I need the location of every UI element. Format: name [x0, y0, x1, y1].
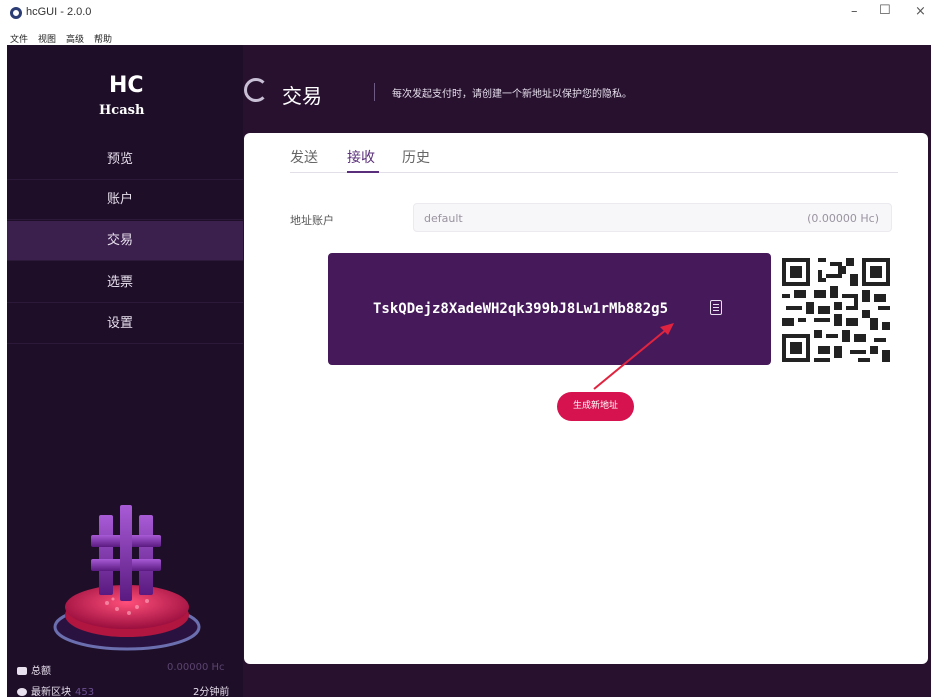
generate-address-button[interactable]: 生成新地址: [557, 392, 634, 421]
latest-block-row: 最新区块 453: [17, 683, 94, 697]
balance-row: 总额: [17, 662, 51, 677]
account-label: 地址账户: [290, 214, 334, 227]
qr-code-image: [782, 258, 890, 362]
header-divider: [374, 83, 375, 101]
app-window: HC Hcash 预览 账户 交易 选票 设置 总额 0.00000 Hc 最新…: [7, 45, 931, 697]
latest-block-number: 453: [75, 687, 95, 697]
tab-receive[interactable]: 接收: [347, 147, 375, 167]
sidebar: HC Hcash 预览 账户 交易 选票 设置 总额 0.00000 Hc 最新…: [7, 45, 243, 697]
sidebar-item-label: 选票: [107, 275, 134, 290]
menu-view[interactable]: 视图: [38, 32, 56, 45]
close-button[interactable]: ×: [915, 4, 926, 19]
app-logo-icon: [10, 7, 22, 19]
tab-send[interactable]: 发送: [290, 147, 318, 167]
tab-history[interactable]: 历史: [402, 147, 430, 167]
menu-help[interactable]: 帮助: [94, 32, 112, 45]
account-balance: (0.00000 Hc): [807, 212, 879, 225]
hcash-logo-icon: HC: [109, 73, 144, 98]
latest-block-label: 最新区块: [31, 687, 71, 697]
logo-text: Hcash: [99, 103, 145, 118]
sidebar-item-label: 设置: [107, 316, 134, 331]
refresh-icon: [244, 78, 268, 102]
sidebar-item-overview[interactable]: 预览: [7, 140, 243, 180]
receive-panel: 发送 接收 历史 地址账户 default (0.00000 Hc) TskQD…: [244, 133, 928, 664]
sidebar-item-label: 预览: [107, 152, 134, 167]
maximize-button[interactable]: ☐: [879, 3, 891, 18]
balance-label: 总额: [31, 666, 51, 677]
sidebar-item-tickets[interactable]: 选票: [7, 263, 243, 303]
address-card: TskQDejz8XadeWH2qk399bJ8Lw1rMb882g5: [328, 253, 771, 365]
title-bar: hcGUI - 2.0.0 – ☐ ×: [0, 0, 931, 30]
hcash-3d-logo-image: [53, 505, 201, 651]
sidebar-item-transactions[interactable]: 交易: [7, 221, 243, 261]
privacy-hint: 每次发起支付时，请创建一个新地址以保护您的隐私。: [392, 89, 632, 100]
account-value: default: [424, 212, 463, 225]
sidebar-item-label: 交易: [107, 233, 134, 248]
balance-value: 0.00000 Hc: [167, 662, 225, 673]
sidebar-item-label: 账户: [107, 192, 134, 207]
window-title: hcGUI - 2.0.0: [26, 6, 92, 18]
account-select[interactable]: default (0.00000 Hc): [413, 203, 892, 232]
sidebar-item-settings[interactable]: 设置: [7, 304, 243, 344]
menu-file[interactable]: 文件: [10, 32, 28, 45]
tab-bar: 发送 接收 历史: [290, 143, 898, 173]
latest-block-time: 2分钟前: [193, 687, 230, 697]
block-icon: [17, 688, 27, 696]
menu-advanced[interactable]: 高级: [66, 32, 84, 45]
receive-address: TskQDejz8XadeWH2qk399bJ8Lw1rMb882g5: [373, 301, 669, 317]
minimize-button[interactable]: –: [851, 4, 858, 19]
tab-active-indicator: [347, 171, 379, 173]
sidebar-item-accounts[interactable]: 账户: [7, 180, 243, 220]
wallet-icon: [17, 667, 27, 675]
page-title: 交易: [282, 84, 322, 108]
copy-icon[interactable]: [710, 300, 722, 315]
menu-bar: 文件 视图 高级 帮助: [0, 30, 931, 45]
